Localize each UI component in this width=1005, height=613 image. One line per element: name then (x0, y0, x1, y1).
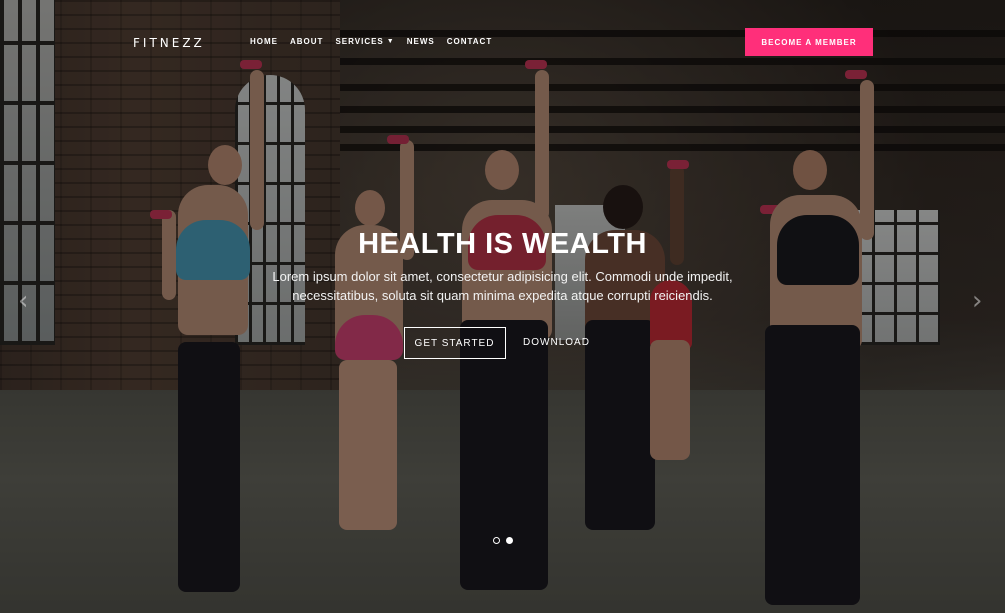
slide-dot-1[interactable] (493, 537, 500, 544)
nav-item-about[interactable]: ABOUT (290, 37, 323, 46)
nav-item-label: NEWS (406, 37, 435, 46)
nav-item-services[interactable]: SERVICES ▼ (335, 37, 394, 46)
nav-menu: HOME ABOUT SERVICES ▼ NEWS CONTACT (250, 37, 504, 46)
hero-text: Lorem ipsum dolor sit amet, consectetur … (272, 269, 733, 303)
navbar: FITNEZZ HOME ABOUT SERVICES ▼ NEWS CONTA… (0, 0, 1005, 80)
hero-section: FITNEZZ HOME ABOUT SERVICES ▼ NEWS CONTA… (0, 0, 1005, 613)
nav-item-label: CONTACT (446, 37, 493, 46)
chevron-right-icon[interactable]: › (972, 286, 982, 316)
nav-item-label: ABOUT (290, 37, 324, 46)
chevron-left-icon[interactable]: ‹ (18, 286, 28, 316)
nav-item-contact[interactable]: CONTACT (447, 37, 493, 46)
become-member-button[interactable]: BECOME A MEMBER (745, 28, 873, 56)
slider-dots (493, 537, 513, 544)
nav-item-home[interactable]: HOME (250, 37, 278, 46)
get-started-button[interactable]: GET STARTED (403, 327, 506, 359)
hero-title: HEALTH IS WEALTH (358, 228, 647, 260)
nav-item-label: HOME (250, 37, 278, 46)
logo[interactable]: FITNEZZ (133, 36, 205, 50)
nav-item-news[interactable]: NEWS (407, 37, 435, 46)
hero-content: HEALTH IS WEALTH Lorem ipsum dolor sit a… (0, 228, 1005, 359)
hero-buttons: GET STARTED DOWNLOAD (0, 327, 1005, 359)
nav-item-label: SERVICES (335, 37, 384, 46)
caret-down-icon: ▼ (386, 38, 395, 45)
download-button[interactable]: DOWNLOAD (522, 327, 592, 357)
slide-dot-2[interactable] (506, 537, 513, 544)
